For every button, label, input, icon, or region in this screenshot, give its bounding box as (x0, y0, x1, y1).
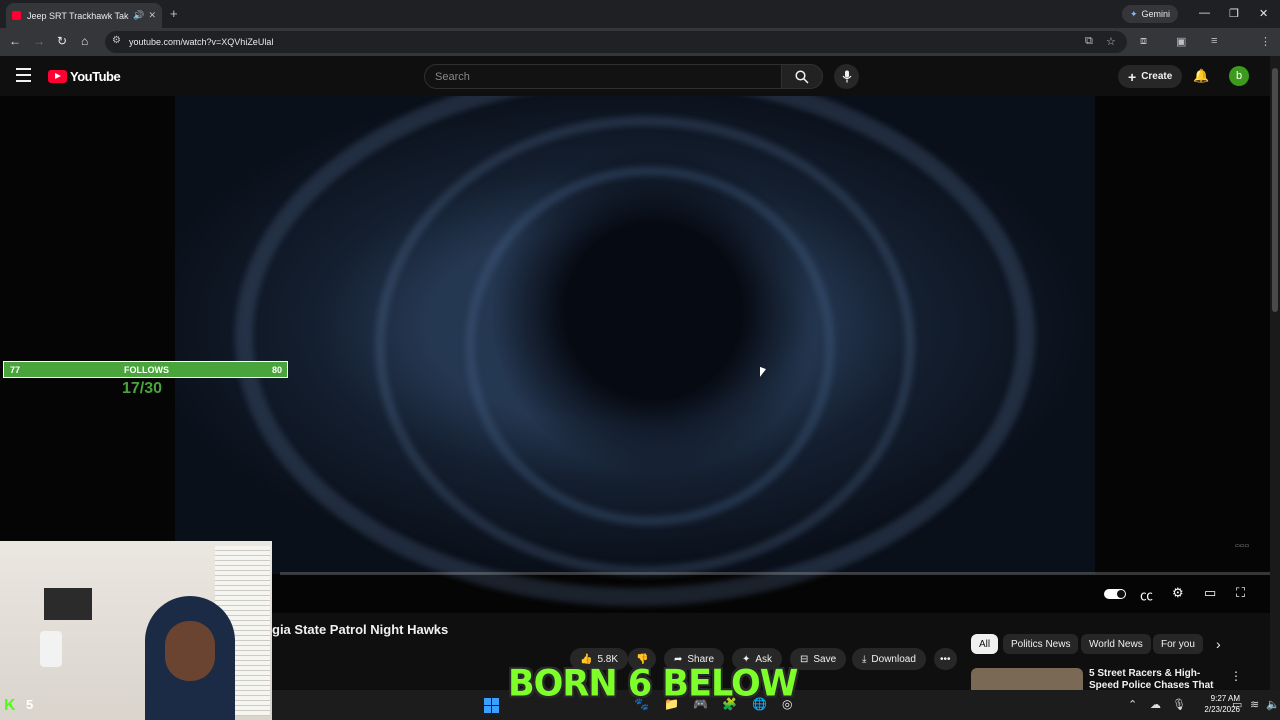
windows-start-icon[interactable] (484, 698, 499, 713)
site-info-icon[interactable]: ⚙ (112, 35, 121, 46)
notifications-bell-icon[interactable]: 🔔 (1193, 68, 1209, 84)
youtube-logo[interactable]: YouTube (48, 69, 121, 84)
network-icon[interactable]: ☁ (1150, 698, 1161, 711)
maximize-icon[interactable]: ❐ (1229, 7, 1239, 20)
autoplay-toggle[interactable] (1104, 589, 1126, 599)
install-app-icon[interactable]: ⧉ (1085, 35, 1093, 48)
clock-time: 9:27 AM (1210, 694, 1240, 703)
video-title: gia State Patrol Night Hawks (272, 622, 449, 637)
plus-icon: + (1128, 68, 1137, 85)
search-placeholder: Search (435, 70, 470, 83)
download-label: Download (871, 653, 916, 665)
settings-gear-icon[interactable]: ⚙ (1172, 585, 1184, 601)
recommended-video-thumbnail[interactable] (971, 668, 1083, 690)
hamburger-menu-icon[interactable] (16, 68, 31, 86)
fullscreen-icon[interactable]: ⛶ (1236, 585, 1245, 601)
voice-search-button[interactable] (834, 64, 859, 89)
browser-tab-bar: Jeep SRT Trackhawk Takes C 🔊 ✕ + ✦ Gemin… (0, 0, 1280, 28)
follows-goal-label: FOLLOWS (124, 365, 169, 375)
youtube-favicon-icon (12, 11, 21, 20)
forward-icon[interactable]: → (33, 34, 45, 48)
download-button[interactable]: ⤓ Download (852, 648, 926, 670)
microphone-icon (842, 70, 851, 83)
save-label: Save (813, 653, 837, 665)
theater-mode-icon[interactable]: ▭ (1204, 585, 1216, 601)
gemini-icon: ✦ (1130, 8, 1138, 19)
media-controls-icon[interactable]: ≡ (1211, 35, 1217, 47)
avatar[interactable]: b (1229, 66, 1249, 86)
tray-overflow-icon[interactable]: ⌃ (1128, 698, 1137, 711)
follows-goal-bar: 77 FOLLOWS 80 (3, 361, 288, 378)
video-frame (175, 96, 1095, 606)
bookmark-icon: ⊟ (800, 653, 809, 665)
new-tab-icon[interactable]: + (170, 6, 178, 21)
chip-for-you[interactable]: For you (1153, 634, 1203, 654)
more-horizontal-icon: ••• (940, 653, 951, 665)
home-icon[interactable]: ⌂ (81, 34, 88, 48)
video-progress-bar[interactable] (280, 572, 1270, 575)
create-button[interactable]: + Create (1118, 65, 1183, 88)
recommended-video-title[interactable]: 5 Street Racers & High-Speed Police Chas… (1089, 668, 1219, 690)
back-icon[interactable]: ← (9, 34, 21, 48)
more-vertical-icon[interactable]: ⋮ (1230, 669, 1242, 683)
captions-icon[interactable]: ㏄ (1140, 585, 1153, 604)
search-icon (795, 69, 809, 84)
download-icon: ⤓ (862, 653, 867, 665)
scrollbar-thumb[interactable] (1272, 68, 1278, 312)
clock-date: 2/23/2026 (1204, 705, 1240, 714)
audio-icon[interactable]: 🔊 (133, 10, 144, 21)
mic-tray-icon[interactable]: 🎙 (1172, 698, 1186, 711)
save-button[interactable]: ⊟ Save (790, 648, 847, 670)
chip-politics-news[interactable]: Politics News (1003, 634, 1079, 654)
youtube-header: YouTube Search + Create 🔔 b (0, 56, 1270, 96)
follows-goal-end: 80 (271, 365, 282, 375)
speaker (40, 631, 62, 667)
born-6-below-logo: BORN 6 BELOW (508, 663, 798, 705)
bookmark-star-icon[interactable]: ☆ (1106, 35, 1116, 48)
sidebar-icon[interactable]: ▣ (1176, 35, 1186, 48)
search-button[interactable] (781, 64, 823, 89)
mouse-cursor-icon (760, 366, 766, 380)
youtube-play-icon (48, 70, 67, 83)
taskbar-clock[interactable]: 9:27 AM 2/23/2026 (1190, 693, 1240, 715)
reload-icon[interactable]: ↻ (57, 34, 67, 48)
kick-viewer-count: 5 (26, 697, 34, 712)
create-label: Create (1141, 71, 1173, 82)
page-scrollbar[interactable] (1270, 56, 1280, 690)
window-close-icon[interactable]: ✕ (1259, 7, 1268, 20)
webcam-overlay (0, 541, 272, 720)
smoke-cloud (235, 96, 1035, 606)
more-actions-button[interactable]: ••• (934, 648, 957, 670)
extensions-icon[interactable]: ⧈ (1140, 35, 1147, 48)
video-player[interactable]: ▭▭▭ ㏄ ⚙ ▭ ⛶ (0, 96, 1270, 613)
browser-tab[interactable]: Jeep SRT Trackhawk Takes C 🔊 ✕ (6, 3, 162, 28)
follows-count: 17/30 (121, 380, 163, 397)
tab-title: Jeep SRT Trackhawk Takes C (27, 10, 129, 21)
streamer-face (165, 621, 215, 681)
address-bar[interactable]: ⚙ youtube.com/watch?v=XQVhiZeUlal (105, 31, 1127, 53)
youtube-logo-text: YouTube (70, 69, 121, 84)
tab-close-icon[interactable]: ✕ (148, 10, 156, 21)
chip-all[interactable]: All (971, 634, 999, 654)
browser-toolbar: ← → ↻ ⌂ ⚙ youtube.com/watch?v=XQVhiZeUla… (0, 28, 1280, 56)
chip-world-news[interactable]: World News (1081, 634, 1151, 654)
minimize-icon[interactable]: — (1199, 7, 1210, 19)
chevron-right-icon[interactable]: › (1216, 636, 1221, 652)
gemini-button[interactable]: ✦ Gemini (1122, 5, 1179, 23)
kick-logo-icon: K (4, 697, 16, 714)
browser-menu-icon[interactable]: ⋮ (1260, 35, 1271, 48)
gemini-label: Gemini (1141, 9, 1171, 19)
volume-icon[interactable]: 🔈 (1266, 698, 1280, 711)
subscribe-watermark-icon[interactable]: ▭▭▭ (1235, 543, 1249, 549)
wall-poster (44, 588, 92, 620)
search-input[interactable]: Search (424, 64, 782, 89)
url-text: youtube.com/watch?v=XQVhiZeUlal (129, 37, 274, 47)
wifi-icon[interactable]: ≋ (1250, 698, 1259, 711)
